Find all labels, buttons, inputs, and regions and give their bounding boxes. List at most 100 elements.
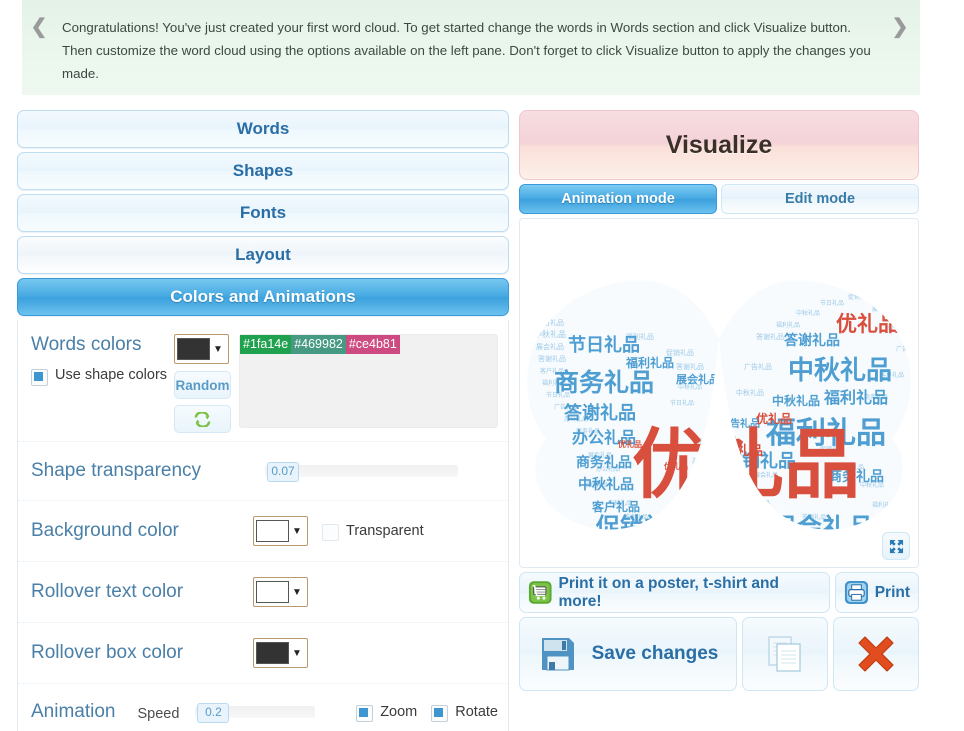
copy-button[interactable] [742, 617, 828, 691]
svg-text:中秋礼品: 中秋礼品 [772, 393, 820, 408]
word-cloud-render: 节日礼品 中秋礼品 展会礼品 答谢礼品 客户礼品 福利礼品 节日礼品 广告礼品 … [520, 219, 918, 567]
svg-text:节日礼品: 节日礼品 [820, 299, 844, 307]
chevron-down-icon: ▼ [292, 586, 302, 598]
mode-tabs: Animation mode Edit mode [519, 184, 919, 214]
animation-speed-slider[interactable]: 0.2 [195, 703, 316, 723]
rollover-box-color-picker[interactable]: ▼ [253, 638, 308, 668]
shape-transparency-label: Shape transparency [31, 460, 202, 481]
refresh-colors-button[interactable] [174, 405, 231, 433]
svg-text:福利礼品: 福利礼品 [872, 501, 896, 509]
rotate-control[interactable]: Rotate [431, 703, 498, 722]
sidebar-section-fonts-label: Fonts [239, 203, 287, 222]
sidebar-section-layout[interactable]: Layout [17, 236, 509, 274]
tab-edit-mode[interactable]: Edit mode [721, 184, 919, 214]
svg-text:广告礼品: 广告礼品 [744, 362, 772, 371]
sidebar-section-words[interactable]: Words [17, 110, 509, 148]
rotate-checkbox[interactable] [431, 704, 449, 722]
rollover-text-color-picker[interactable]: ▼ [253, 577, 308, 607]
background-color-swatch [256, 520, 289, 542]
rollover-text-color-row: Rollover text color ▼ [18, 562, 508, 623]
use-shape-colors-checkbox[interactable] [31, 369, 48, 386]
svg-text:答谢礼品: 答谢礼品 [784, 332, 840, 349]
palette-chip-2[interactable]: #469982 [291, 335, 346, 354]
butterfly-word-cloud-svg: 节日礼品 中秋礼品 展会礼品 答谢礼品 客户礼品 福利礼品 节日礼品 广告礼品 … [527, 280, 911, 565]
tab-animation-mode[interactable]: Animation mode [519, 184, 717, 214]
tab-edit-mode-label: Edit mode [784, 191, 856, 207]
zoom-checkbox[interactable] [356, 704, 374, 722]
transparent-control[interactable]: Transparent [322, 522, 424, 541]
rollover-box-color-swatch [256, 642, 289, 664]
words-colors-left: Words colors Use shape colors [31, 334, 174, 386]
animation-label: Animation [31, 701, 116, 722]
svg-text:办公礼品: 办公礼品 [778, 525, 802, 533]
print-button[interactable]: Print [834, 572, 919, 613]
banner-prev-button[interactable]: ❮ [22, 0, 56, 109]
svg-text:答谢礼品: 答谢礼品 [756, 332, 784, 341]
svg-text:优礼品: 优礼品 [734, 529, 785, 550]
sidebar-section-shapes-label: Shapes [232, 161, 294, 180]
use-shape-colors-label: Use shape colors [55, 367, 168, 383]
svg-text:客户礼品: 客户礼品 [776, 547, 864, 565]
background-color-picker[interactable]: ▼ [253, 516, 308, 546]
use-shape-colors-control[interactable]: Use shape colors [31, 367, 174, 386]
sidebar-section-fonts[interactable]: Fonts [17, 194, 509, 232]
svg-text:展会礼品: 展会礼品 [675, 372, 720, 386]
animation-row: Animation Speed 0.2 Zoom Rotate [18, 684, 508, 731]
svg-text:优礼品: 优礼品 [586, 537, 610, 547]
save-changes-button[interactable]: Save changes [519, 617, 737, 691]
svg-text:节日礼品: 节日礼品 [536, 318, 564, 327]
shape-transparency-slider[interactable]: 0.07 [265, 462, 458, 482]
red-x-icon [858, 636, 894, 672]
word-cloud-canvas[interactable]: 节日礼品 中秋礼品 展会礼品 答谢礼品 客户礼品 福利礼品 节日礼品 广告礼品 … [519, 218, 919, 568]
sidebar-section-colors-label: Colors and Animations [170, 287, 356, 306]
refresh-icon [194, 411, 211, 427]
print-label: Print [874, 583, 911, 601]
tip-banner: ❮ Congratulations! You've just created y… [22, 0, 920, 95]
words-colors-row: Words colors Use shape colors ▼ Random #… [18, 324, 508, 442]
chevron-down-icon: ▼ [292, 647, 302, 659]
rollover-text-color-swatch [256, 581, 289, 603]
palette-chip-3[interactable]: #ce4b81 [345, 335, 400, 354]
svg-text:中秋礼品: 中秋礼品 [796, 309, 820, 317]
close-button[interactable] [833, 617, 919, 691]
visualize-button[interactable]: Visualize [519, 110, 919, 180]
print-poster-label: Print it on a poster, t-shirt and more! [558, 574, 779, 610]
svg-text:中秋礼品: 中秋礼品 [534, 329, 566, 339]
sidebar-section-layout-label: Layout [235, 245, 291, 264]
shopping-cart-icon [528, 581, 552, 604]
sidebar-section-colors-and-animations[interactable]: Colors and Animations [17, 278, 509, 316]
action-buttons-row: Save changes [519, 617, 919, 691]
rotate-label: Rotate [455, 703, 498, 720]
background-color-row: Background color ▼ Transparent [18, 501, 508, 562]
rollover-box-color-label: Rollover box color [31, 642, 184, 663]
save-changes-label: Save changes [591, 643, 719, 664]
svg-text:中秋礼品: 中秋礼品 [736, 388, 764, 397]
chevron-down-icon: ▼ [213, 343, 223, 355]
copy-pages-icon [768, 636, 801, 672]
banner-message: Congratulations! You've just created you… [62, 20, 871, 81]
print-poster-button[interactable]: Print it on a poster, t-shirt and more! [519, 572, 830, 613]
zoom-control[interactable]: Zoom [356, 703, 417, 722]
palette-area[interactable]: #1fa14e #469982 #ce4b81 [239, 334, 498, 428]
svg-text:商务礼品: 商务礼品 [576, 454, 632, 471]
chevron-down-icon: ▼ [292, 525, 302, 537]
fullscreen-button[interactable] [882, 532, 910, 560]
svg-text:节日礼品: 节日礼品 [568, 334, 640, 356]
svg-text:答谢礼品: 答谢礼品 [538, 354, 566, 363]
word-cloud-words: 节日礼品 中秋礼品 展会礼品 答谢礼品 客户礼品 福利礼品 节日礼品 广告礼品 … [527, 280, 911, 565]
animation-speed-handle[interactable]: 0.2 [197, 703, 230, 723]
shape-transparency-handle[interactable]: 0.07 [267, 462, 299, 482]
sidebar-section-shapes[interactable]: Shapes [17, 152, 509, 190]
word-cloud-primary-word: 优礼品 [632, 420, 860, 509]
transparent-checkbox[interactable] [322, 523, 339, 541]
sidebar-section-words-label: Words [236, 119, 290, 138]
palette-chip-1[interactable]: #1fa14e [240, 335, 292, 354]
svg-text:节日礼品: 节日礼品 [670, 399, 694, 407]
visualize-label: Visualize [665, 130, 773, 159]
banner-next-button[interactable]: ❯ [880, 0, 920, 109]
colors-and-animations-panel: Words colors Use shape colors ▼ Random #… [17, 320, 509, 731]
random-colors-button[interactable]: Random [174, 371, 231, 399]
words-color-picker[interactable]: ▼ [174, 334, 229, 364]
tab-animation-mode-label: Animation mode [561, 191, 675, 207]
words-color-swatch [177, 338, 210, 360]
